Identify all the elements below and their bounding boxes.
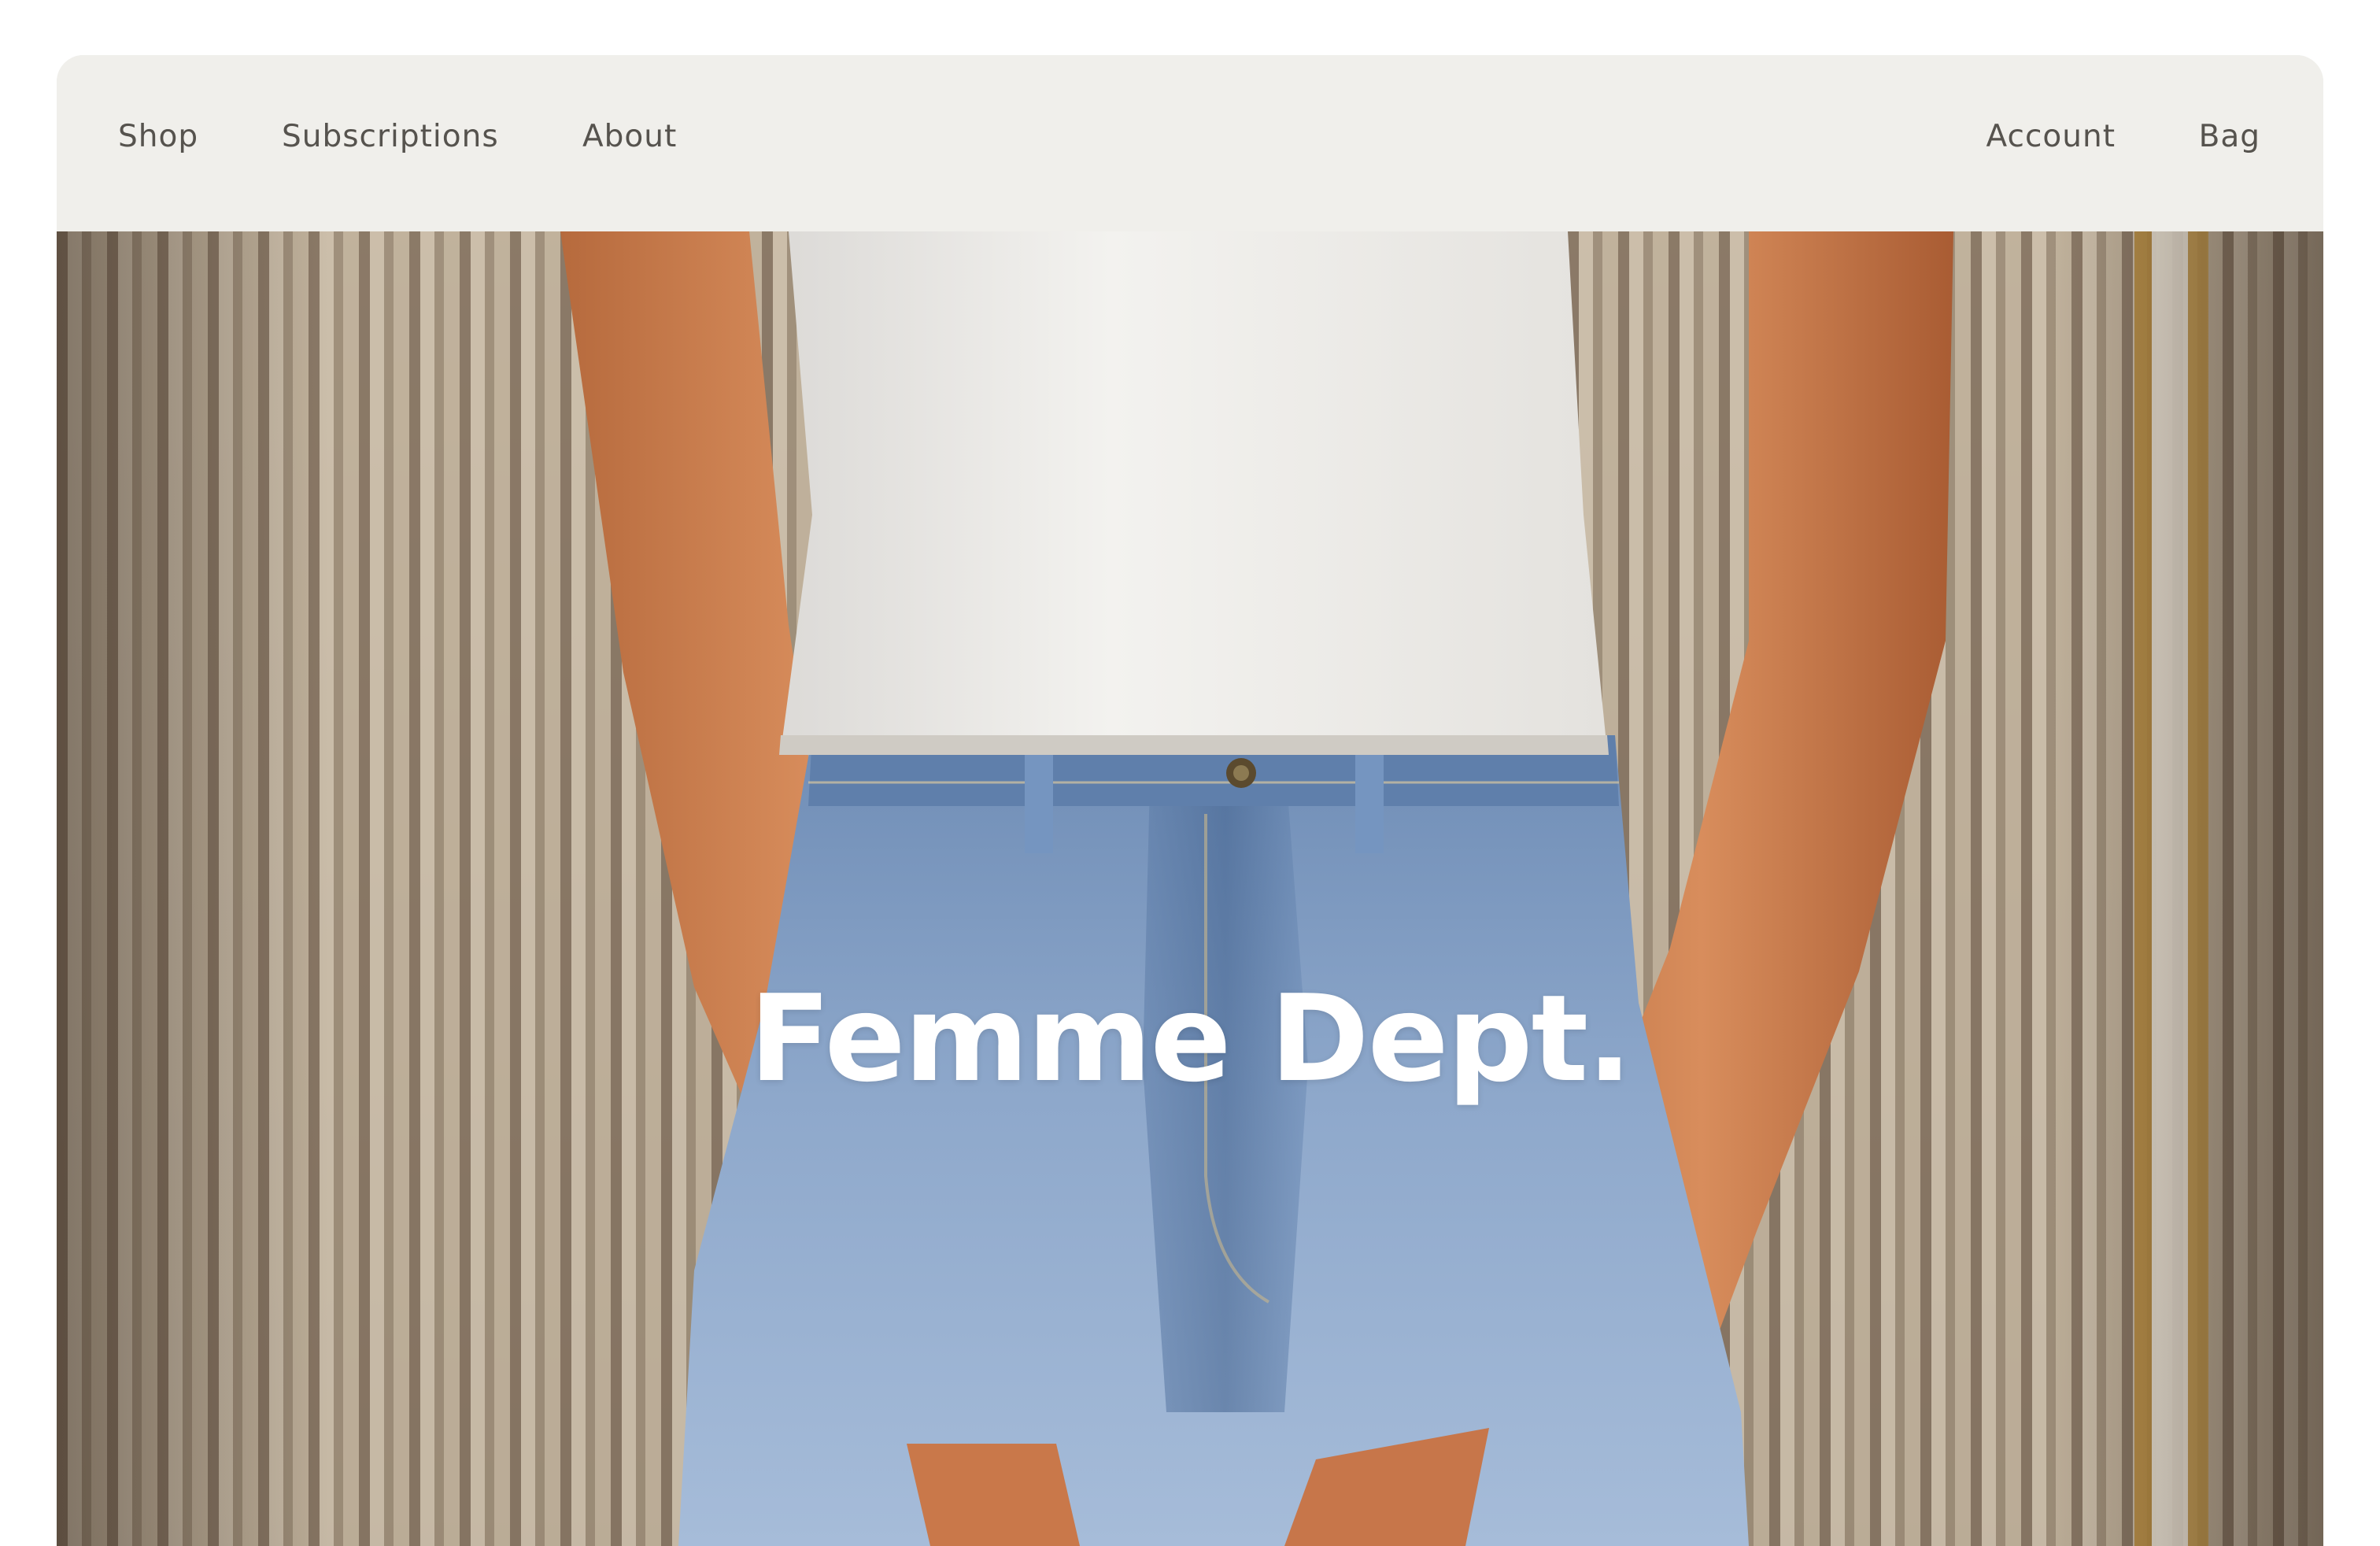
hero-title: Femme Dept.: [748, 968, 1632, 1108]
nav-link-account[interactable]: Account: [1986, 121, 2116, 152]
page-frame: Shop Subscriptions About Account Bag Fem…: [57, 55, 2323, 1546]
hero-banner: Femme Dept.: [57, 231, 2323, 1546]
nav-link-subscriptions[interactable]: Subscriptions: [282, 121, 499, 152]
nav-link-shop[interactable]: Shop: [118, 121, 198, 152]
top-navigation: Shop Subscriptions About Account Bag: [57, 55, 2323, 231]
nav-link-bag[interactable]: Bag: [2199, 121, 2260, 152]
hero-image: [57, 231, 2323, 1546]
nav-link-about[interactable]: About: [582, 121, 677, 152]
